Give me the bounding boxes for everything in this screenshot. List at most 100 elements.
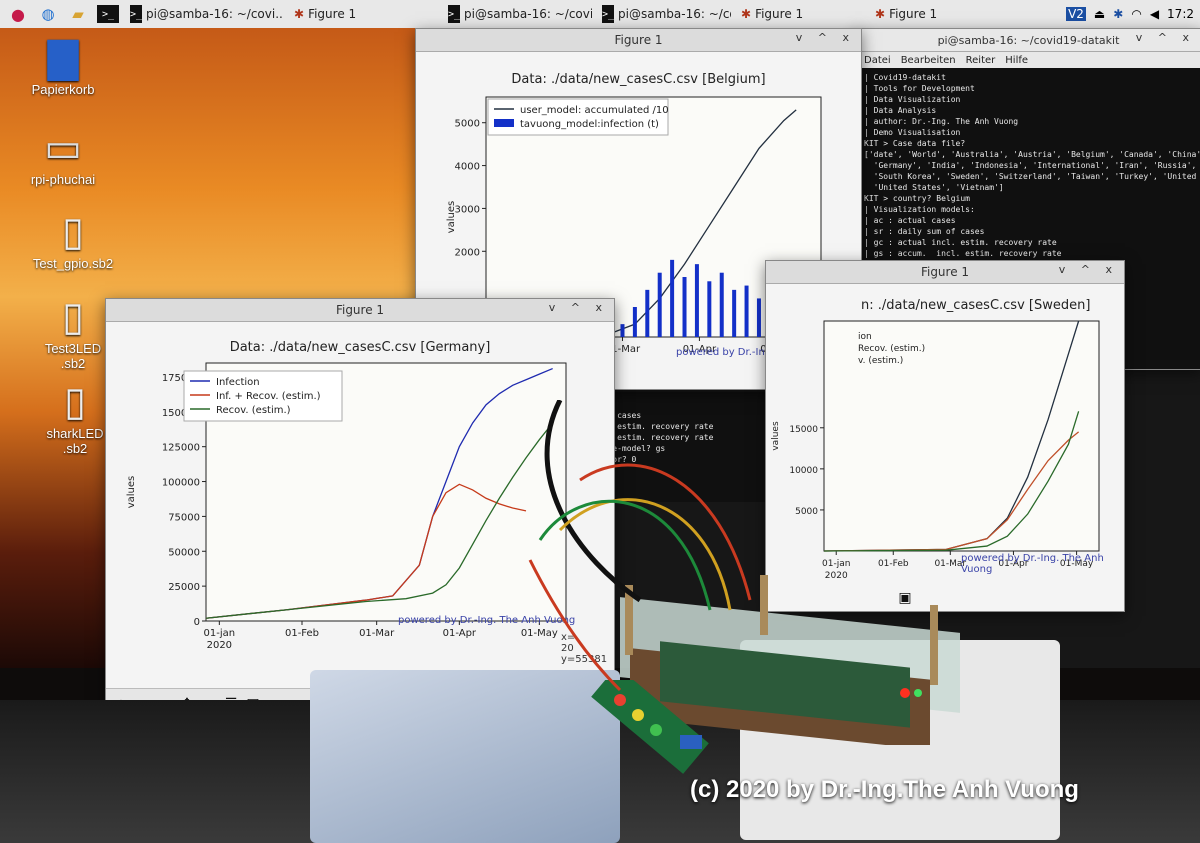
bar	[670, 259, 675, 337]
bar	[657, 272, 662, 337]
terminal-icon: >_	[448, 5, 461, 23]
y-tick-label: 0	[194, 617, 200, 628]
taskbar: ● ◍ ▰ >_ >_ pi@samba-16: ~/covi... ✱ Fig…	[0, 0, 1200, 29]
legend-label: Recov. (estim.)	[216, 405, 291, 416]
x-tick-label: 01-jan	[822, 559, 850, 569]
terminal-line: | Data Analysis	[864, 106, 937, 115]
y-tick-label: 5000	[795, 507, 818, 517]
figure-titlebar[interactable]: Figure 1 v ^ x	[766, 261, 1124, 284]
legend-label: tavuong_model:infection (t)	[520, 119, 659, 130]
desktop-icon-drive[interactable]: ▭ rpi-phuchai	[8, 124, 118, 187]
terminal-line: | Visualization models:	[864, 205, 975, 214]
x-tick-label: 01-Feb	[878, 559, 909, 569]
terminal-icon: >_	[602, 5, 615, 23]
chart-title: Data: ./data/new_casesC.csv [Germany]	[229, 340, 491, 355]
x-tick-label: 01-jan	[204, 628, 236, 639]
y-tick-label: 25000	[168, 582, 200, 593]
chart-legend: ion Recov. (estim.) v. (estim.)	[858, 332, 926, 366]
terminal-line: ['date', 'World', 'Australia', 'Austria'…	[864, 150, 1200, 159]
task-figure-3[interactable]: ✱ Figure 1	[871, 2, 1029, 26]
terminal-line: | ac : actual cases	[864, 216, 956, 225]
bar	[732, 289, 737, 337]
figure-titlebar[interactable]: Figure 1 v ^ x	[106, 299, 614, 322]
y-tick-label: 3000	[455, 204, 480, 215]
bluetooth-icon[interactable]: ✱	[1113, 7, 1123, 21]
y-tick-label: 2000	[455, 247, 480, 258]
figure-titlebar[interactable]: Figure 1 v ^ x	[416, 29, 861, 52]
file-icon: ▯	[61, 210, 84, 254]
terminal-output[interactable]: | Covid19-datakit | Tools for Development…	[856, 68, 1200, 259]
bar	[682, 277, 687, 337]
browser-icon[interactable]: ◍	[36, 3, 60, 25]
task-terminal-2[interactable]: >_ pi@samba-16: ~/covi...	[444, 2, 592, 26]
y-tick-label: 4000	[455, 162, 480, 173]
jumper-wires	[528, 400, 752, 692]
y-tick-label: 100000	[162, 478, 200, 489]
copyright-watermark: (c) 2020 by Dr.-Ing.The Anh Vuong	[690, 776, 1079, 803]
window-controls[interactable]: v ^ x	[796, 31, 855, 44]
eject-icon[interactable]: ⏏	[1094, 7, 1105, 21]
menu-bearbeiten[interactable]: Bearbeiten	[901, 55, 956, 66]
terminal-icon: >_	[130, 5, 143, 23]
terminal-line: KIT > country? Belgium	[864, 194, 970, 203]
legend-swatch	[494, 119, 514, 127]
chart-title: Data: ./data/new_casesC.csv [Belgium]	[511, 72, 766, 87]
y-tick-label: 5000	[455, 119, 480, 130]
y-tick-label: 50000	[168, 547, 200, 558]
bar	[620, 324, 625, 337]
bar	[632, 307, 637, 337]
task-terminal-1[interactable]: >_ pi@samba-16: ~/covi...	[126, 2, 284, 26]
menu-datei[interactable]: Datei	[864, 55, 891, 66]
trash-icon: ▇	[47, 36, 79, 80]
task-figure-1[interactable]: ✱ Figure 1	[290, 2, 438, 26]
desktop-icon-trash[interactable]: ▇ Papierkorb	[8, 34, 118, 97]
terminal-menubar: Datei Bearbeiten Reiter Hilfe	[856, 52, 1200, 68]
matplotlib-icon: ✱	[294, 7, 305, 21]
hard-drive-icon: ▭	[44, 126, 82, 170]
window-controls[interactable]: v ^ x	[549, 301, 608, 314]
terminal-line: | Tools for Development	[864, 84, 975, 93]
wifi-icon[interactable]: ◠	[1131, 7, 1141, 21]
vnc-icon[interactable]: V2	[1066, 7, 1086, 21]
led-breadboard	[591, 680, 709, 774]
bar	[645, 289, 650, 337]
terminal-line: 'South Korea', 'Sweden', 'Switzerland', …	[873, 172, 1197, 181]
terminal-line: | author: Dr.-Ing. The Anh Vuong	[864, 117, 1019, 126]
terminal-launcher-icon[interactable]: >_	[96, 3, 120, 25]
y-axis-label: values	[446, 201, 457, 234]
desktop-icon-test-gpio[interactable]: ▯ Test_gpio.sb2	[18, 208, 128, 271]
y-tick-label: 10000	[789, 466, 818, 476]
legend-label: Inf. + Recov. (estim.)	[216, 391, 321, 402]
x-tick-label: 2020	[207, 640, 232, 651]
bar	[719, 272, 724, 337]
terminal-line: 'Germany', 'India', 'Indonesia', 'Intern…	[873, 161, 1197, 170]
figure-window-sweden[interactable]: Figure 1 v ^ x n: ./data/new_casesC.csv …	[765, 260, 1125, 612]
terminal-line: | Demo Visualisation	[864, 128, 961, 137]
menu-hilfe[interactable]: Hilfe	[1005, 55, 1028, 66]
powered-by-label: powered by Dr.-Ing. The Anh Vuong	[961, 553, 1104, 575]
y-tick-label: 15000	[789, 425, 818, 435]
folder-icon[interactable]: ▰	[66, 3, 90, 25]
x-tick-label: 01-Feb	[285, 628, 319, 639]
volume-icon[interactable]: ◀	[1150, 7, 1159, 21]
terminal-line: KIT > Case data file?	[864, 139, 966, 148]
terminal-line: | Covid19-datakit	[864, 73, 946, 82]
menu-reiter[interactable]: Reiter	[966, 55, 996, 66]
window-controls[interactable]: v ^ x	[1059, 263, 1118, 276]
terminal-line: | sr : daily sum of cases	[864, 227, 985, 236]
matplotlib-icon: ✱	[875, 7, 886, 21]
bar	[756, 298, 761, 337]
task-terminal-3[interactable]: >_ pi@samba-16: ~/covi...	[598, 2, 731, 26]
terminal-line: 'United States', 'Vietnam']	[864, 183, 1004, 192]
terminal-titlebar[interactable]: pi@samba-16: ~/covid19-datakit v ^ x	[856, 29, 1200, 52]
bar	[694, 264, 699, 337]
window-controls[interactable]: v ^ x	[1136, 31, 1195, 44]
bar	[707, 281, 712, 337]
matplotlib-icon: ✱	[741, 7, 752, 21]
legend-label: Infection	[216, 377, 260, 388]
y-axis-label: values	[126, 476, 137, 509]
terminal-line: | gs : accum. incl. estim. recovery rate	[864, 249, 1062, 258]
clock: 17:2	[1167, 7, 1194, 21]
task-figure-2[interactable]: ✱ Figure 1	[737, 2, 865, 26]
raspberry-menu-icon[interactable]: ●	[6, 3, 30, 25]
